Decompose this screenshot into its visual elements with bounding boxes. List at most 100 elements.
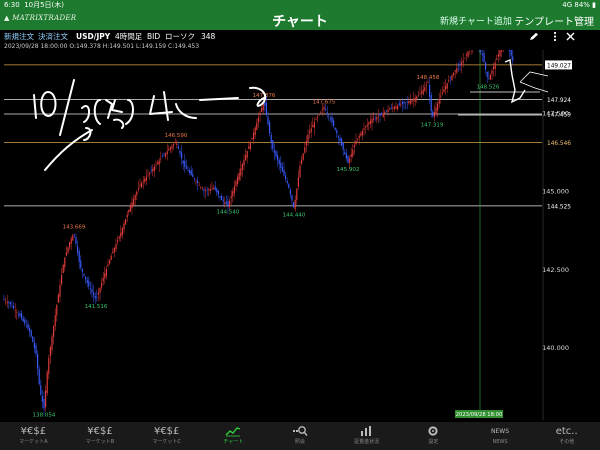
candle-body xyxy=(294,200,296,210)
interval-selector[interactable]: 4時間足 xyxy=(115,30,142,43)
candle-body xyxy=(446,83,448,89)
candle-body xyxy=(229,200,231,207)
candle-body xyxy=(312,125,314,128)
swing-label: 148.458 xyxy=(417,75,440,81)
candle-body xyxy=(125,219,127,225)
nav-item[interactable]: NEWS NEWS xyxy=(467,422,534,450)
candle-body xyxy=(49,347,51,357)
candle-body xyxy=(445,86,447,90)
nav-item[interactable]: ¥€$£ マーケットA xyxy=(0,422,67,450)
candle-body xyxy=(37,353,39,369)
candle-body xyxy=(5,300,7,302)
candle-body xyxy=(425,84,427,86)
nav-item[interactable]: ¥€$£ マーケットC xyxy=(133,422,200,450)
candle-body xyxy=(270,134,272,143)
candle-body xyxy=(326,112,328,114)
more-vertical-icon[interactable] xyxy=(550,31,560,42)
candle-body xyxy=(238,172,240,180)
candle-body xyxy=(166,151,168,154)
nav-item[interactable]: etc.. その他 xyxy=(533,422,600,450)
candle-body xyxy=(443,89,445,93)
candle-body xyxy=(510,50,512,56)
template-manage-button[interactable]: テンプレート管理 xyxy=(514,13,594,28)
candle-body xyxy=(157,162,159,165)
candle-body xyxy=(129,205,131,212)
candle-body xyxy=(317,116,319,118)
side-selector[interactable]: BID xyxy=(147,30,160,43)
candle-body xyxy=(272,140,274,150)
bar-count[interactable]: 348 xyxy=(201,30,215,43)
y-tick-label: 140.000 xyxy=(542,344,569,352)
candle-body xyxy=(368,122,370,125)
pair-selector[interactable]: USD/JPY xyxy=(76,30,110,43)
candle-body xyxy=(131,202,133,208)
chart-type-selector[interactable]: ローソク xyxy=(165,30,195,43)
candle-body xyxy=(198,184,200,186)
candle-body xyxy=(240,168,242,176)
candle-body xyxy=(152,168,154,172)
nav-item[interactable]: 証拠金状況 xyxy=(333,422,400,450)
nav-item[interactable]: 照会 xyxy=(267,422,334,450)
candle-body xyxy=(59,284,61,297)
settle-order-button[interactable]: 決済注文 xyxy=(38,30,68,43)
candle-body xyxy=(209,188,211,191)
nav-item[interactable]: チャート xyxy=(200,422,267,450)
candle-body xyxy=(309,131,311,134)
candle-body xyxy=(283,169,285,176)
candle-body xyxy=(497,54,499,57)
candle-body xyxy=(427,82,429,84)
candle-body xyxy=(205,190,207,192)
y-tick-label: 145.000 xyxy=(542,188,569,196)
candle-body xyxy=(6,301,8,304)
candle-body xyxy=(344,152,346,155)
candle-body xyxy=(142,180,144,182)
candle-body xyxy=(134,195,136,200)
candle-body xyxy=(499,50,501,57)
pencil-icon[interactable] xyxy=(529,32,539,41)
candle-body xyxy=(53,325,55,337)
nav-label: マーケットC xyxy=(152,439,181,445)
candle-body xyxy=(208,189,210,191)
news-icon: NEWS xyxy=(491,428,510,435)
candle-body xyxy=(160,158,162,160)
candle-body xyxy=(75,237,77,244)
status-signal-battery: 4G 84% ▮ xyxy=(562,1,596,9)
price-chart[interactable]: 143.669141.516138.054146.590144.540147.8… xyxy=(0,50,600,422)
candle-body xyxy=(400,104,402,106)
candle-body xyxy=(390,107,392,109)
candle-body xyxy=(224,202,226,205)
nav-item[interactable]: ¥€$£ マーケットB xyxy=(67,422,134,450)
candle-body xyxy=(203,189,205,191)
candle-body xyxy=(363,128,365,130)
candle-body xyxy=(360,133,362,136)
candle-body xyxy=(254,127,256,135)
candle-body xyxy=(448,80,450,82)
swing-label: 143.669 xyxy=(63,225,86,231)
candle-body xyxy=(297,177,299,187)
candle-body xyxy=(171,145,173,149)
candle-body xyxy=(43,399,45,409)
candle-body xyxy=(435,107,437,115)
candle-body xyxy=(189,170,191,173)
candle-body xyxy=(491,70,493,74)
handwriting-stroke xyxy=(163,91,169,121)
candle-body xyxy=(441,92,443,94)
candle-body xyxy=(45,390,47,408)
candle-body xyxy=(437,103,439,111)
gear-icon xyxy=(428,426,438,436)
candle-body xyxy=(158,160,160,165)
swing-label: 147.675 xyxy=(313,99,336,105)
candle-body xyxy=(424,87,426,91)
candle-body xyxy=(489,74,491,80)
candle-body xyxy=(193,178,195,180)
close-icon[interactable] xyxy=(566,32,575,41)
candle-body xyxy=(256,122,258,131)
add-chart-button[interactable]: 新規チャート追加 xyxy=(440,14,512,27)
new-order-button[interactable]: 新規注文 xyxy=(4,30,34,43)
candle-body xyxy=(280,162,282,168)
candle-body xyxy=(336,130,338,134)
nav-item[interactable]: 設定 xyxy=(400,422,467,450)
candle-body xyxy=(155,164,157,166)
candle-body xyxy=(110,255,112,261)
candle-body xyxy=(483,52,485,63)
